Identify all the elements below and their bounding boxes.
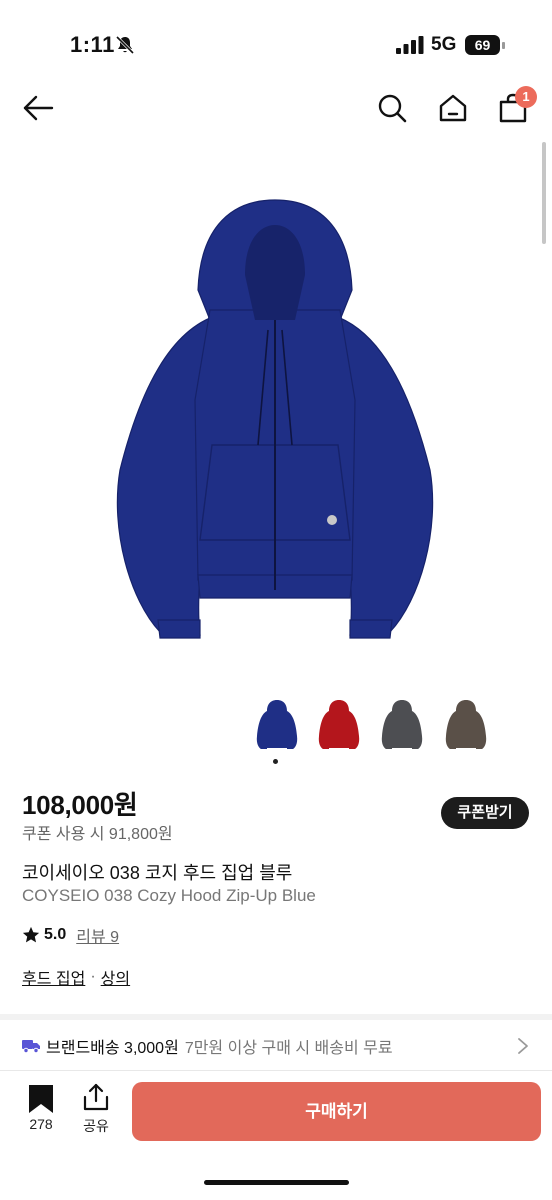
variant-thumb-red[interactable]: [317, 696, 361, 752]
product-title-ko: 코이세이오 038 코지 후드 집업 블루: [22, 863, 293, 883]
rating-row: 5.0 리뷰 9: [22, 924, 119, 946]
variant-thumb-charcoal[interactable]: [380, 696, 424, 752]
bell-off-icon: [115, 35, 135, 55]
product-price: 108,000원: [22, 790, 138, 820]
coupon-price: 쿠폰 사용 시 91,800원: [22, 826, 173, 843]
home-icon[interactable]: [437, 92, 469, 124]
variant-thumb-blue[interactable]: [255, 696, 299, 752]
top-nav: [0, 86, 552, 130]
truck-icon: [22, 1040, 40, 1053]
category-separator: ·: [90, 968, 96, 985]
product-image[interactable]: [100, 180, 450, 650]
battery-icon: 69: [465, 35, 505, 55]
share-label: 공유: [83, 1118, 109, 1134]
section-divider: [0, 1014, 552, 1020]
search-icon[interactable]: [376, 92, 408, 124]
network-type: 5G: [431, 34, 457, 55]
get-coupon-button[interactable]: 쿠폰받기: [441, 797, 529, 829]
back-arrow-icon[interactable]: [22, 92, 54, 124]
bookmark-icon[interactable]: [28, 1085, 54, 1113]
category-breadcrumb: 후드 집업 · 상의: [22, 965, 130, 989]
battery-level: 69: [465, 35, 500, 55]
chevron-right-icon[interactable]: [516, 1037, 530, 1055]
bottom-bar-divider: [0, 1070, 552, 1071]
scrollbar[interactable]: [542, 142, 546, 244]
cart-count-badge: 1: [515, 86, 537, 108]
shipping-note: 7만원 이상 구매 시 배송비 무료: [184, 1040, 393, 1057]
variant-thumb-brown[interactable]: [444, 696, 488, 752]
category-link-hood-zipup[interactable]: 후드 집업: [22, 965, 85, 989]
status-time: 1:11: [70, 32, 115, 57]
home-indicator: [204, 1180, 349, 1185]
category-link-top[interactable]: 상의: [101, 965, 130, 989]
bookmark-count: 278: [29, 1116, 53, 1132]
buy-button[interactable]: 구매하기: [132, 1082, 541, 1141]
selected-variant-indicator: [273, 759, 278, 764]
status-bar: 1:11 5G 69: [0, 0, 552, 90]
share-icon[interactable]: [82, 1083, 110, 1111]
review-link[interactable]: 리뷰 9: [76, 923, 119, 947]
shipping-label: 브랜드배송 3,000원: [46, 1040, 179, 1057]
rating-value: 5.0: [44, 926, 67, 943]
battery-tip: [502, 42, 505, 49]
product-title-en: COYSEIO 038 Cozy Hood Zip-Up Blue: [22, 886, 316, 905]
star-icon: [22, 926, 40, 943]
signal-icon: [396, 36, 424, 54]
shipping-info-row[interactable]: 브랜드배송 3,000원 7만원 이상 구매 시 배송비 무료: [22, 1033, 393, 1059]
